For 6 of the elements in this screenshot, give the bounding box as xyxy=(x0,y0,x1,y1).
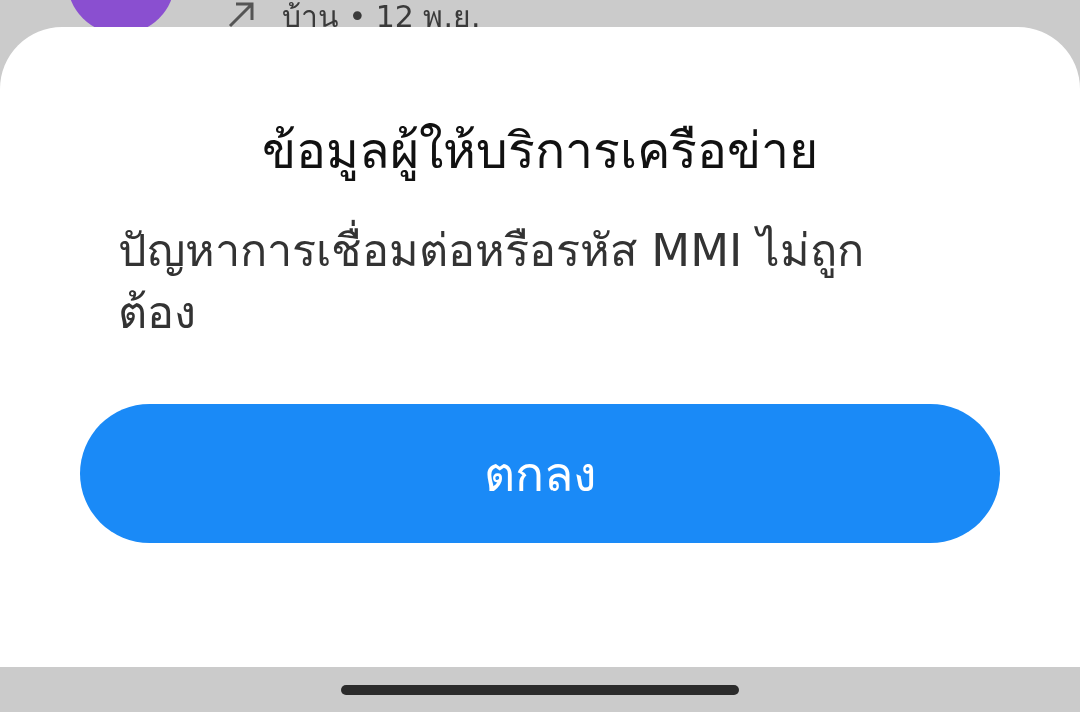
home-handle[interactable] xyxy=(341,684,739,695)
outgoing-arrow-icon xyxy=(226,0,256,30)
ok-button[interactable]: ตกลง xyxy=(80,404,1000,543)
call-subtitle: บ้าน • 12 พ.ย. xyxy=(282,0,481,34)
dialog-message: ปัญหาการเชื่อมต่อหรือรหัส MMI ไม่ถูกต้อง xyxy=(118,220,918,344)
dialog-title: ข้อมูลผู้ให้บริการเครือข่าย xyxy=(262,121,818,183)
